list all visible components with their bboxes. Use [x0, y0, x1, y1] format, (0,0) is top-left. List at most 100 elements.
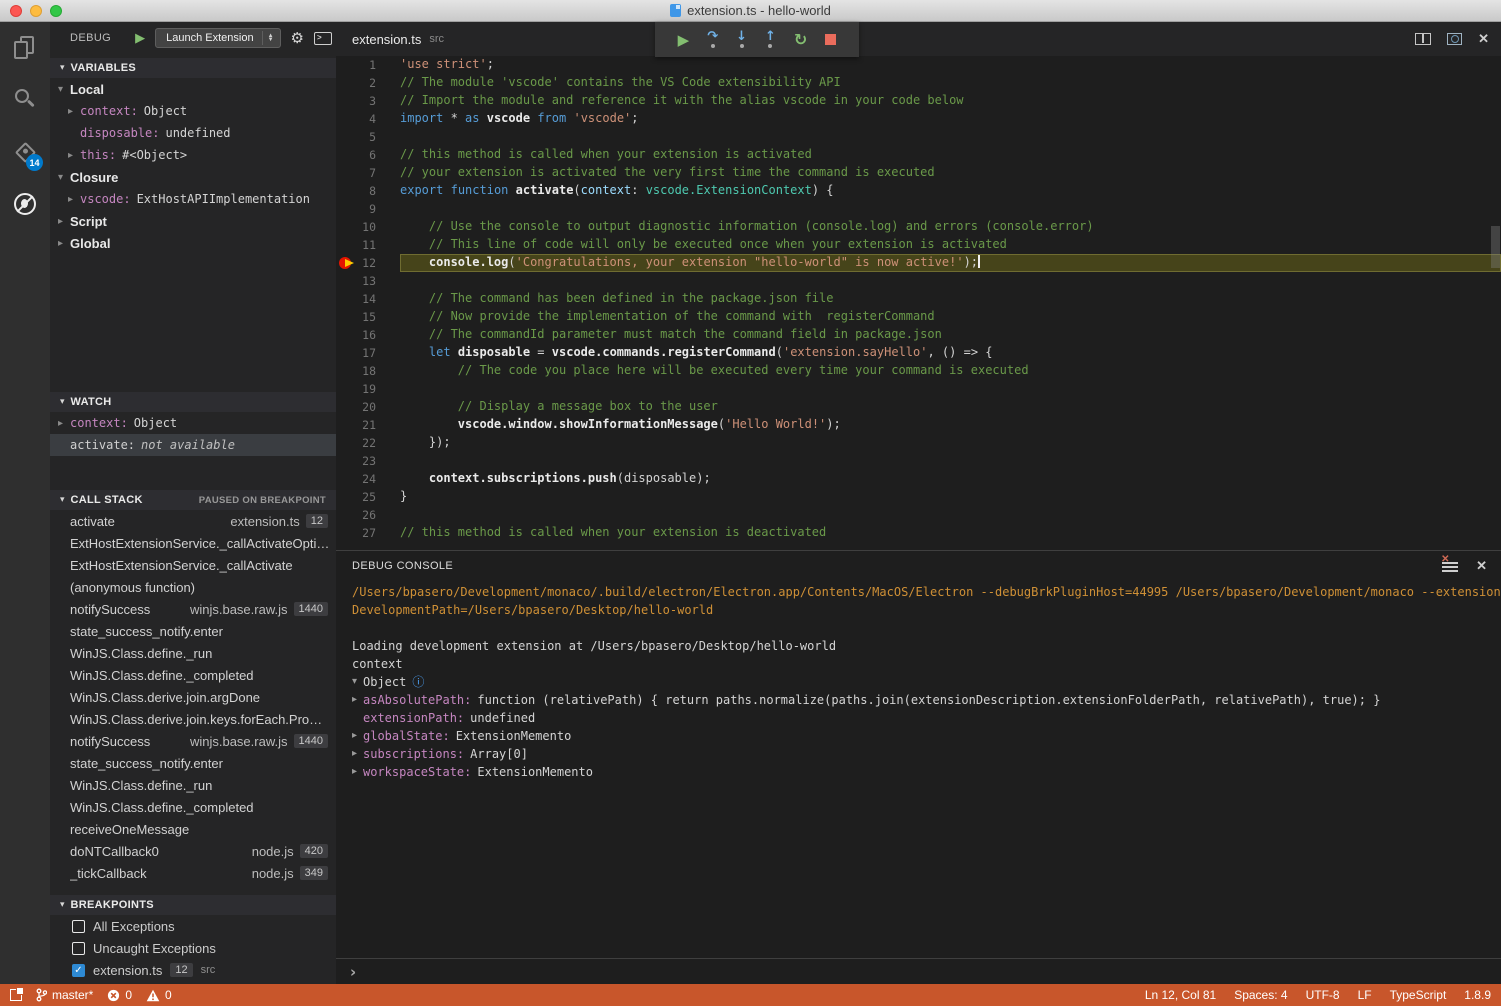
code-line[interactable]: 21 vscode.window.showInformationMessage(… [336, 416, 1501, 434]
line-gutter[interactable]: 3 [336, 92, 400, 110]
breakpoint-checkbox[interactable]: ✓ [72, 964, 85, 977]
step-over-button[interactable]: ↷ [707, 31, 718, 48]
line-gutter[interactable]: 10 [336, 218, 400, 236]
breakpoint-row[interactable]: ✓extension.ts12src [50, 959, 336, 981]
console-row[interactable]: ▸globalState:ExtensionMemento [352, 727, 1501, 745]
code-line[interactable]: 12 console.log('Congratulations, your ex… [336, 254, 1501, 272]
variables-section-header[interactable]: ▾ VARIABLES [50, 58, 336, 78]
configure-gear-button[interactable]: ⚙ [291, 29, 304, 47]
call-stack-section-header[interactable]: ▾ CALL STACK PAUSED ON BREAKPOINT [50, 490, 336, 510]
code-line[interactable]: 8export function activate(context: vscod… [336, 182, 1501, 200]
breakpoint-checkbox[interactable] [72, 920, 85, 933]
editor-scrollbar[interactable] [1491, 226, 1500, 268]
line-gutter[interactable]: 27 [336, 524, 400, 542]
code-line[interactable]: 27// this method is called when your ext… [336, 524, 1501, 542]
variable-row[interactable]: ▸this:#<Object> [50, 144, 336, 166]
code-line[interactable]: 7// your extension is activated the very… [336, 164, 1501, 182]
stack-frame-row[interactable]: WinJS.Class.define._completed [50, 664, 336, 686]
code-line[interactable]: 10 // Use the console to output diagnost… [336, 218, 1501, 236]
scope-row[interactable]: ▾Local [50, 78, 336, 100]
sidebar-item-debug[interactable] [0, 178, 50, 230]
open-preview-icon[interactable] [1447, 33, 1462, 45]
chevron-right-icon[interactable]: ▸ [352, 691, 363, 709]
code-line[interactable]: 24 context.subscriptions.push(disposable… [336, 470, 1501, 488]
line-gutter[interactable]: 1 [336, 56, 400, 74]
sidebar-item-search[interactable] [0, 74, 50, 126]
line-gutter[interactable]: 11 [336, 236, 400, 254]
breakpoint-row[interactable]: Uncaught Exceptions [50, 937, 336, 959]
stack-frame-row[interactable]: WinJS.Class.derive.join.argDone [50, 686, 336, 708]
line-gutter[interactable]: 7 [336, 164, 400, 182]
line-gutter[interactable]: 19 [336, 380, 400, 398]
line-gutter[interactable]: 2 [336, 74, 400, 92]
warning-count[interactable]: 0 [146, 988, 172, 1002]
error-count[interactable]: 0 [107, 988, 132, 1002]
code-line[interactable]: 22 }); [336, 434, 1501, 452]
stack-frame-row[interactable]: WinJS.Class.define._run [50, 774, 336, 796]
breakpoints-section-header[interactable]: ▾ BREAKPOINTS [50, 895, 336, 915]
line-gutter[interactable]: 6 [336, 146, 400, 164]
line-gutter[interactable]: 9 [336, 200, 400, 218]
stack-frame-row[interactable]: state_success_notify.enter [50, 620, 336, 642]
git-branch-indicator[interactable]: master* [36, 988, 93, 1002]
console-row[interactable]: ▾Objectⓘ [352, 673, 1501, 691]
line-gutter[interactable]: 15 [336, 308, 400, 326]
console-row[interactable]: extensionPath:undefined [352, 709, 1501, 727]
variable-row[interactable]: ▸vscode:ExtHostAPIImplementation [50, 188, 336, 210]
code-line[interactable]: 6// this method is called when your exte… [336, 146, 1501, 164]
console-row[interactable]: ▸workspaceState:ExtensionMemento [352, 763, 1501, 781]
line-gutter[interactable]: 21 [336, 416, 400, 434]
console-row[interactable]: ▸subscriptions:Array[0] [352, 745, 1501, 763]
sidebar-item-git[interactable]: 14 [0, 126, 50, 178]
stack-frame-row[interactable]: ExtHostExtensionService._callActivate [50, 554, 336, 576]
watch-section-header[interactable]: ▾ WATCH [50, 392, 336, 412]
encoding-setting[interactable]: UTF-8 [1306, 988, 1340, 1002]
scope-row[interactable]: ▾Closure [50, 166, 336, 188]
variable-row[interactable]: ▸context:Object [50, 100, 336, 122]
language-mode[interactable]: TypeScript [1390, 988, 1447, 1002]
line-gutter[interactable]: 22 [336, 434, 400, 452]
line-gutter[interactable]: 14 [336, 290, 400, 308]
line-gutter[interactable]: 18 [336, 362, 400, 380]
scope-row[interactable]: ▸Global [50, 232, 336, 254]
cursor-position[interactable]: Ln 12, Col 81 [1145, 988, 1216, 1002]
chevron-right-icon[interactable]: ▸ [352, 763, 363, 781]
stack-frame-row[interactable]: _tickCallbacknode.js349 [50, 862, 336, 884]
step-into-button[interactable]: ↓ [736, 31, 747, 48]
console-row[interactable]: ▸asAbsolutePath:function (relativePath) … [352, 691, 1501, 709]
chevron-right-icon[interactable]: ▸ [352, 727, 363, 745]
variable-row[interactable]: disposable:undefined [50, 122, 336, 144]
code-line[interactable]: 18 // The code you place here will be ex… [336, 362, 1501, 380]
scope-row[interactable]: ▸Script [50, 210, 336, 232]
stack-frame-row[interactable]: WinJS.Class.define._completed [50, 796, 336, 818]
line-gutter[interactable]: 5 [336, 128, 400, 146]
code-line[interactable]: 13 [336, 272, 1501, 290]
chevron-down-icon[interactable]: ▾ [352, 673, 363, 691]
stack-frame-row[interactable]: notifySuccesswinjs.base.raw.js1440 [50, 598, 336, 620]
code-line[interactable]: 26 [336, 506, 1501, 524]
code-line[interactable]: 20 // Display a message box to the user [336, 398, 1501, 416]
code-line[interactable]: 5 [336, 128, 1501, 146]
code-line[interactable]: 9 [336, 200, 1501, 218]
split-editor-icon[interactable] [1415, 33, 1431, 45]
code-line[interactable]: 1'use strict'; [336, 56, 1501, 74]
stop-button[interactable] [825, 34, 836, 45]
line-gutter[interactable]: 17 [336, 344, 400, 362]
line-gutter[interactable]: 4 [336, 110, 400, 128]
watch-row[interactable]: activate:not available [50, 434, 336, 456]
line-gutter[interactable]: 13 [336, 272, 400, 290]
continue-button[interactable]: ▶ [678, 31, 690, 49]
code-line[interactable]: 11 // This line of code will only be exe… [336, 236, 1501, 254]
feedback-button[interactable] [10, 989, 22, 1001]
breakpoint-checkbox[interactable] [72, 942, 85, 955]
code-line[interactable]: 2// The module 'vscode' contains the VS … [336, 74, 1501, 92]
restart-button[interactable]: ↻ [794, 30, 807, 49]
code-line[interactable]: 17 let disposable = vscode.commands.regi… [336, 344, 1501, 362]
stack-frame-row[interactable]: (anonymous function) [50, 576, 336, 598]
stack-frame-row[interactable]: activateextension.ts12 [50, 510, 336, 532]
code-line[interactable]: 25} [336, 488, 1501, 506]
launch-config-select[interactable]: Launch Extension ▲▼ [155, 28, 280, 48]
close-panel-icon[interactable]: ✕ [1476, 558, 1487, 574]
code-line[interactable]: 23 [336, 452, 1501, 470]
sidebar-item-explorer[interactable] [0, 22, 50, 74]
